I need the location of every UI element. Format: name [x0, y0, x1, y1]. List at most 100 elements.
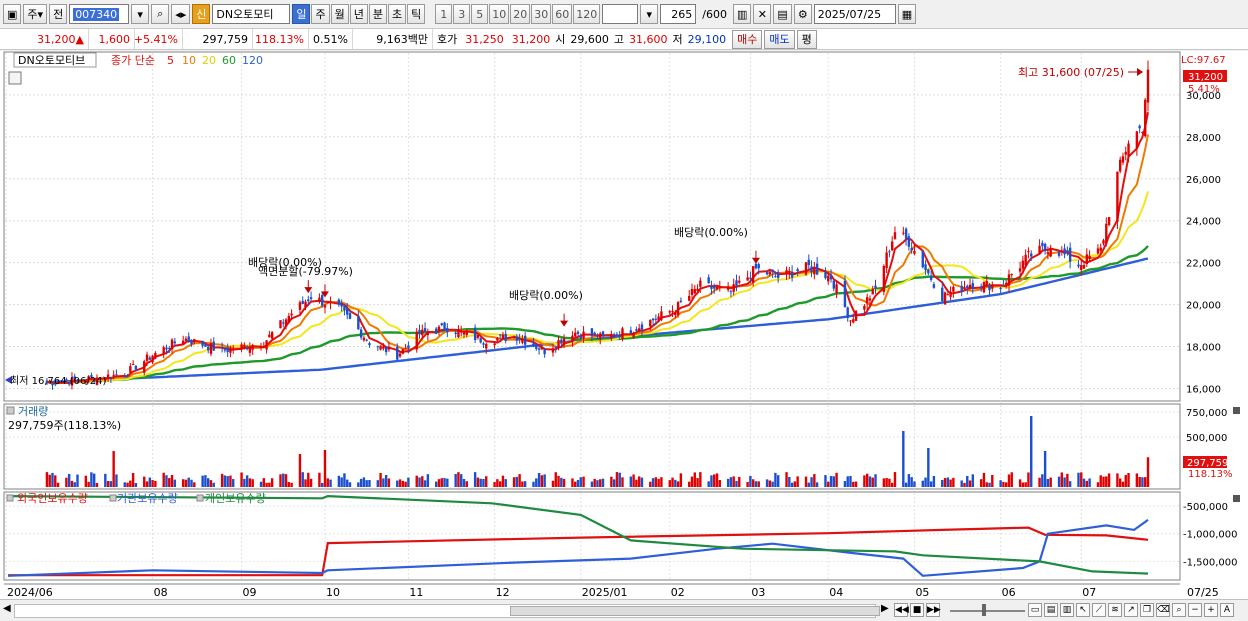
- gear-icon[interactable]: ⚙: [793, 4, 812, 24]
- minute-option-60[interactable]: 60: [552, 4, 573, 24]
- interval-dropdown-button[interactable]: ▾: [640, 4, 659, 24]
- code-dropdown-button[interactable]: ▾: [131, 4, 150, 24]
- legend-ma60[interactable]: 60: [222, 54, 236, 67]
- scroll-thumb[interactable]: [510, 606, 880, 616]
- volume-bar: [418, 477, 421, 487]
- split-icon[interactable]: ▤: [1044, 603, 1058, 617]
- tab-interval-5[interactable]: 초: [387, 4, 407, 24]
- custom-interval-input[interactable]: [602, 4, 639, 24]
- chart-area[interactable]: 16,000 18,000 20,000 22,000 24,000 26,000 28,0…: [0, 51, 1248, 603]
- minute-option-120[interactable]: 120: [573, 4, 601, 24]
- forward-icon[interactable]: ▶▶: [926, 603, 941, 617]
- scroll-right-arrow[interactable]: ▶: [881, 603, 889, 614]
- rewind-icon[interactable]: ◀◀: [894, 603, 909, 617]
- search-icon[interactable]: ⌕: [151, 4, 170, 24]
- volume-bar: [1018, 479, 1022, 487]
- candle-body: [460, 330, 463, 333]
- calendar-icon[interactable]: ▦: [897, 4, 917, 24]
- volume-bar: [384, 475, 388, 487]
- grid-toggle-icon[interactable]: [8, 71, 22, 85]
- volume-pane-close-icon[interactable]: [1233, 407, 1240, 414]
- zoom-icon[interactable]: ⌕: [1172, 603, 1186, 617]
- sell-button[interactable]: 매도: [764, 29, 795, 49]
- candle-body: [537, 348, 541, 350]
- speaker-icon[interactable]: ◂▸: [171, 4, 191, 24]
- chart-svg[interactable]: 16,000 18,000 20,000 22,000 24,000 26,000 28,0…: [0, 51, 1248, 603]
- candle-type-icon[interactable]: ▥: [732, 4, 752, 24]
- candle-body: [785, 270, 788, 275]
- minus-icon[interactable]: −: [1188, 603, 1202, 617]
- minute-option-1[interactable]: 1: [435, 4, 453, 24]
- plus-icon[interactable]: +: [1204, 603, 1218, 617]
- volume-bar: [226, 476, 229, 487]
- trend-icon[interactable]: ↗: [1124, 603, 1138, 617]
- minute-option-20[interactable]: 20: [510, 4, 531, 24]
- stop-icon[interactable]: ■: [910, 603, 924, 617]
- candle-body: [1046, 252, 1050, 255]
- horizontal-scrollbar[interactable]: [14, 604, 880, 618]
- layout-icon[interactable]: ▭: [1028, 603, 1042, 617]
- candle-body: [301, 300, 304, 304]
- minute-option-3[interactable]: 3: [453, 4, 471, 24]
- stock-name-field[interactable]: DN오토모티: [212, 4, 291, 24]
- period-select[interactable]: 주 ▾: [23, 4, 48, 24]
- holdings-pane-icon[interactable]: [6, 494, 14, 502]
- candle-body: [601, 331, 605, 337]
- legend-foreign[interactable]: 외국인보유수량: [17, 492, 88, 505]
- eval-button[interactable]: 평: [796, 29, 817, 49]
- new-badge[interactable]: 신: [192, 4, 211, 24]
- volume-bar: [1004, 482, 1008, 487]
- font-icon[interactable]: A: [1220, 603, 1234, 617]
- date-input[interactable]: 2025/07/25: [813, 4, 896, 24]
- volume-pane-icon[interactable]: [6, 406, 15, 415]
- volume-bar: [454, 473, 457, 487]
- zoom-slider-handle[interactable]: [982, 604, 986, 616]
- legend-ma120[interactable]: 120: [242, 54, 263, 67]
- buy-button[interactable]: 매수: [732, 29, 763, 49]
- stock-code-input[interactable]: 007340: [69, 4, 130, 24]
- volume-bar: [610, 476, 613, 487]
- scroll-left-arrow[interactable]: ◀: [3, 603, 11, 614]
- minute-option-30[interactable]: 30: [531, 4, 552, 24]
- volume-bar: [1127, 472, 1130, 487]
- tab-interval-6[interactable]: 틱: [407, 4, 426, 24]
- line-draw-icon[interactable]: ⟋: [1092, 603, 1106, 617]
- minute-option-10[interactable]: 10: [489, 4, 510, 24]
- candle-body: [126, 375, 129, 377]
- candle-body: [134, 365, 138, 370]
- tab-interval-3[interactable]: 년: [349, 4, 368, 24]
- change-percent: +5.41%: [134, 29, 183, 49]
- tab-interval-1[interactable]: 주: [311, 4, 330, 24]
- legend-close[interactable]: 종가 단순: [111, 54, 155, 67]
- tab-interval-0[interactable]: 일: [292, 4, 311, 24]
- legend-ma20[interactable]: 20: [202, 54, 216, 67]
- candle-body: [654, 318, 658, 320]
- copy-icon[interactable]: ❐: [1140, 603, 1154, 617]
- candle-body: [362, 337, 366, 341]
- tab-interval-4[interactable]: 분: [368, 4, 387, 24]
- candle-body: [1004, 282, 1008, 285]
- cursor-icon[interactable]: ↖: [1076, 603, 1090, 617]
- legend-individual[interactable]: 개인보유수량: [205, 492, 266, 505]
- minute-option-5[interactable]: 5: [471, 4, 489, 24]
- volume-bar: [51, 472, 54, 487]
- compare-icon[interactable]: ▥: [1060, 603, 1074, 617]
- count-input[interactable]: 265: [660, 4, 697, 24]
- window-menu-icon[interactable]: ▣: [3, 4, 22, 24]
- prev-button[interactable]: 전: [49, 4, 68, 24]
- legend-ma10[interactable]: 10: [182, 54, 196, 67]
- erase-icon[interactable]: ⌫: [1156, 603, 1170, 617]
- holdings-pane-close-icon[interactable]: [1233, 495, 1240, 502]
- volume-bar: [284, 474, 288, 487]
- tab-interval-2[interactable]: 월: [330, 4, 349, 24]
- cross-line-icon[interactable]: ✕: [753, 4, 772, 24]
- save-icon[interactable]: ▤: [773, 4, 792, 24]
- zoom-slider[interactable]: [950, 610, 1025, 612]
- legend-ma5[interactable]: 5: [167, 54, 174, 67]
- legend-institution[interactable]: 기관보유수량: [117, 492, 178, 505]
- candle-body: [846, 307, 849, 319]
- fib-icon[interactable]: ≋: [1108, 603, 1122, 617]
- volume-bar: [323, 450, 327, 487]
- candle-body: [551, 348, 555, 353]
- volume-bar: [407, 477, 410, 487]
